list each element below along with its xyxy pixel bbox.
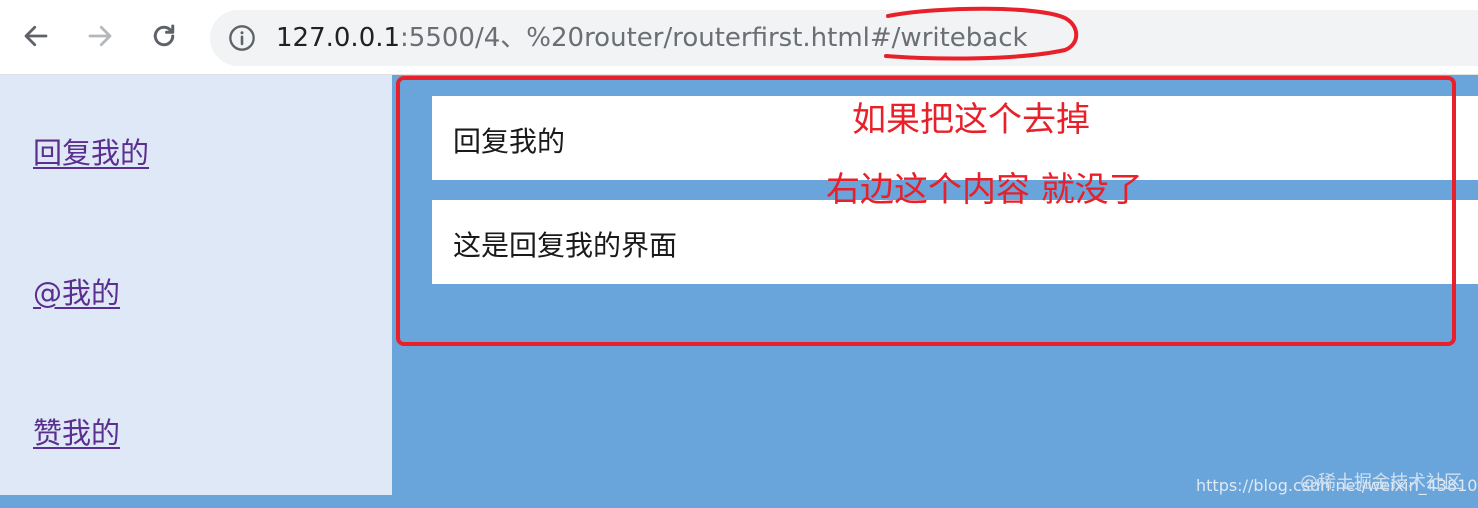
forward-button[interactable] (82, 18, 118, 54)
panel-body-text: 这是回复我的界面 (453, 229, 678, 262)
content-panel-body: 这是回复我的界面 (432, 200, 1478, 284)
back-button[interactable] (18, 18, 54, 54)
sidebar-link-reply-me[interactable]: 回复我的 (33, 130, 149, 172)
annotation-line-2: 右边这个内容 就没了 (826, 170, 1143, 210)
sidebar-link-like-me[interactable]: 赞我的 (33, 410, 120, 452)
url-host: 127.0.0.1 (276, 23, 401, 53)
panel-title-text: 回复我的 (453, 125, 566, 158)
url-text[interactable]: 127.0.0.1:5500/4、%20router/routerfirst.h… (276, 22, 1028, 54)
info-icon[interactable] (228, 24, 256, 52)
reload-icon (153, 24, 175, 47)
watermark-brand: @稀土掘金技术社区 (1300, 472, 1462, 493)
address-bar[interactable]: 127.0.0.1:5500/4、%20router/routerfirst.h… (210, 10, 1478, 66)
arrow-left-icon (24, 25, 48, 47)
reload-button[interactable] (146, 18, 182, 54)
sidebar-link-at-me[interactable]: @我的 (33, 270, 120, 312)
url-path: :5500/4、%20router/routerfirst.html#/writ… (400, 23, 1028, 53)
arrow-right-icon (88, 25, 112, 47)
browser-toolbar: 127.0.0.1:5500/4、%20router/routerfirst.h… (0, 0, 1478, 75)
annotation-line-1: 如果把这个去掉 (852, 100, 1090, 140)
sidebar: 回复我的 @我的 赞我的 (0, 75, 392, 495)
